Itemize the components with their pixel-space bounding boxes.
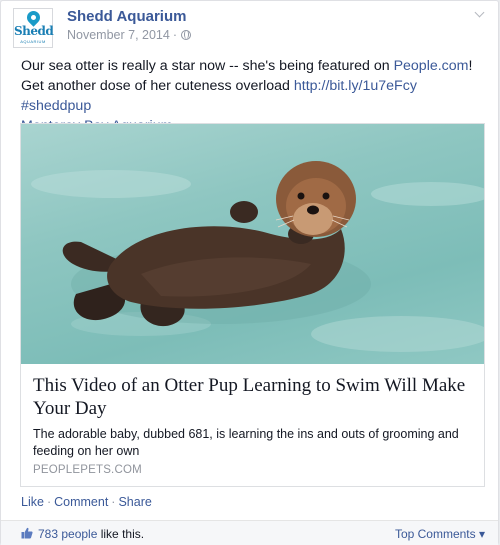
share-link[interactable]: Share [118, 495, 151, 509]
action-separator: · [46, 495, 52, 509]
post-actions: Like · Comment · Share [21, 495, 152, 509]
card-source-domain: PEOPLEPETS.COM [33, 464, 142, 476]
link-preview-card[interactable]: This Video of an Otter Pup Learning to S… [20, 123, 485, 487]
meta-separator: · [172, 28, 178, 42]
like-link[interactable]: Like [21, 495, 44, 509]
hashtag-link[interactable]: #sheddpup [21, 98, 91, 114]
facebook-post: Shedd AQUARIUM Shedd Aquarium November 7… [0, 0, 499, 545]
message-text-1-end: ! [468, 58, 473, 74]
likes-count-text: 783 people like this. [38, 527, 144, 541]
avatar-logo-subtext: AQUARIUM [20, 39, 46, 44]
likes-suffix: like this. [97, 527, 145, 541]
page-name-link[interactable]: Shedd Aquarium [67, 8, 186, 25]
people-com-link[interactable]: People.com [394, 58, 469, 74]
card-title[interactable]: This Video of an Otter Pup Learning to S… [33, 374, 473, 420]
post-meta: November 7, 2014 · [67, 28, 192, 42]
avatar-logo-text: Shedd [14, 24, 54, 38]
action-separator: · [111, 495, 116, 509]
comment-link[interactable]: Comment [54, 495, 108, 509]
chevron-down-icon[interactable] [474, 9, 486, 19]
post-date[interactable]: November 7, 2014 [67, 28, 170, 42]
page-avatar[interactable]: Shedd AQUARIUM [13, 8, 54, 48]
otter-pup-image[interactable] [21, 124, 484, 364]
globe-icon[interactable] [181, 30, 192, 40]
message-text-2: Get another dose of her cuteness overloa… [21, 78, 294, 94]
likes-people-link[interactable]: 783 people [38, 527, 97, 541]
top-comments-dropdown[interactable]: Top Comments ▾ [395, 527, 485, 541]
message-text-1: Our sea otter is really a star now -- sh… [21, 58, 394, 74]
otter-illustration [31, 161, 484, 352]
card-description: The adorable baby, dubbed 681, is learni… [33, 427, 459, 458]
short-url-link[interactable]: http://bit.ly/1u7eFcy [294, 78, 417, 94]
likes-bar: 783 people like this. Top Comments ▾ [1, 520, 498, 545]
thumbs-up-icon [21, 527, 33, 539]
